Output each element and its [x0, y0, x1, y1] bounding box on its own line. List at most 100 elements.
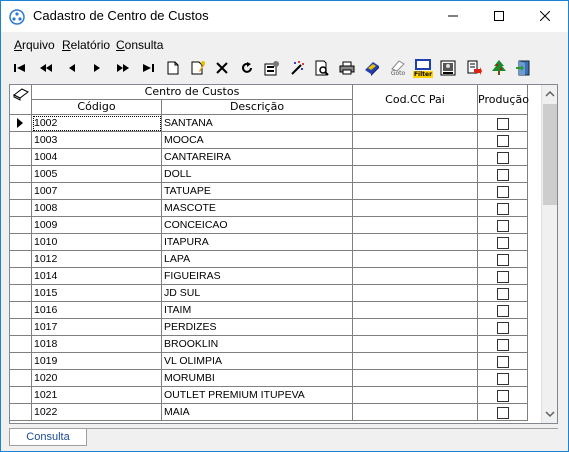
- cell-cod-cc-pai[interactable]: [353, 166, 478, 183]
- last-record-button[interactable]: [137, 57, 159, 79]
- producao-checkbox[interactable]: [497, 390, 509, 402]
- cell-codigo[interactable]: 1021: [32, 387, 162, 404]
- minimize-button[interactable]: [430, 1, 476, 32]
- table-row[interactable]: 1017 PERDIZES: [32, 319, 540, 336]
- table-row[interactable]: 1021 OUTLET PREMIUM ITUPEVA: [32, 387, 540, 404]
- new-button[interactable]: [162, 57, 184, 79]
- cell-cod-cc-pai[interactable]: [353, 217, 478, 234]
- row-selector[interactable]: [10, 285, 32, 302]
- image-button[interactable]: [437, 57, 459, 79]
- cell-cod-cc-pai[interactable]: [353, 251, 478, 268]
- table-row[interactable]: 1014 FIGUEIRAS: [32, 268, 540, 285]
- previous-button[interactable]: [61, 57, 83, 79]
- cell-descricao[interactable]: MASCOTE: [162, 200, 353, 217]
- menu-relatorio[interactable]: Relatório: [62, 38, 110, 52]
- cell-cod-cc-pai[interactable]: [353, 336, 478, 353]
- cell-descricao[interactable]: DOLL: [162, 166, 353, 183]
- header-corner[interactable]: [10, 85, 32, 115]
- cell-codigo[interactable]: 1004: [32, 149, 162, 166]
- table-row[interactable]: 1008 MASCOTE: [32, 200, 540, 217]
- cell-codigo[interactable]: 1002: [32, 115, 162, 132]
- producao-checkbox[interactable]: [497, 203, 509, 215]
- table-row[interactable]: 1020 MORUMBI: [32, 370, 540, 387]
- producao-checkbox[interactable]: [497, 135, 509, 147]
- column-header-cod-cc-pai[interactable]: Cod.CC Pai: [353, 85, 478, 115]
- cell-cod-cc-pai[interactable]: [353, 149, 478, 166]
- producao-checkbox[interactable]: [497, 271, 509, 283]
- producao-checkbox[interactable]: [497, 118, 509, 130]
- cell-codigo[interactable]: 1012: [32, 251, 162, 268]
- cell-descricao[interactable]: JD SUL: [162, 285, 353, 302]
- row-selector[interactable]: [10, 336, 32, 353]
- tree-button[interactable]: [488, 57, 510, 79]
- row-selector[interactable]: [10, 115, 32, 132]
- export-button[interactable]: [361, 57, 383, 79]
- row-selector[interactable]: [10, 268, 32, 285]
- table-row[interactable]: 1009 CONCEICAO: [32, 217, 540, 234]
- exit-button[interactable]: [513, 57, 535, 79]
- cell-cod-cc-pai[interactable]: [353, 234, 478, 251]
- cell-descricao[interactable]: FIGUEIRAS: [162, 268, 353, 285]
- cell-codigo[interactable]: 1016: [32, 302, 162, 319]
- column-header-codigo[interactable]: Código: [32, 100, 162, 115]
- table-row[interactable]: 1007 TATUAPE: [32, 183, 540, 200]
- tab-consulta[interactable]: Consulta: [9, 429, 87, 446]
- next-page-button[interactable]: [112, 57, 134, 79]
- row-selector[interactable]: [10, 166, 32, 183]
- cell-codigo[interactable]: 1015: [32, 285, 162, 302]
- cell-descricao[interactable]: SANTANA: [162, 115, 353, 132]
- table-row[interactable]: 1010 ITAPURA: [32, 234, 540, 251]
- row-selector[interactable]: [10, 370, 32, 387]
- scroll-up-icon[interactable]: [542, 85, 558, 102]
- cell-cod-cc-pai[interactable]: [353, 183, 478, 200]
- column-header-producao[interactable]: Produção: [478, 85, 529, 115]
- cell-descricao[interactable]: BROOKLIN: [162, 336, 353, 353]
- row-selector[interactable]: [10, 404, 32, 421]
- table-row[interactable]: 1022 MAIA: [32, 404, 540, 421]
- cell-codigo[interactable]: 1009: [32, 217, 162, 234]
- table-row[interactable]: 1012 LAPA: [32, 251, 540, 268]
- cell-descricao[interactable]: OUTLET PREMIUM ITUPEVA: [162, 387, 353, 404]
- cell-cod-cc-pai[interactable]: [353, 370, 478, 387]
- scroll-down-icon[interactable]: [542, 406, 558, 423]
- cell-cod-cc-pai[interactable]: [353, 319, 478, 336]
- cell-codigo[interactable]: 1010: [32, 234, 162, 251]
- producao-checkbox[interactable]: [497, 356, 509, 368]
- print-button[interactable]: [336, 57, 358, 79]
- vertical-scrollbar[interactable]: [541, 85, 558, 423]
- menu-consulta[interactable]: Consulta: [116, 38, 163, 52]
- menu-arquivo[interactable]: Arquivo: [14, 38, 55, 52]
- table-row[interactable]: 1019 VL OLIMPIA: [32, 353, 540, 370]
- table-row[interactable]: 1004 CANTAREIRA: [32, 149, 540, 166]
- table-row[interactable]: 1015 JD SUL: [32, 285, 540, 302]
- row-selector[interactable]: [10, 217, 32, 234]
- cell-descricao[interactable]: TATUAPE: [162, 183, 353, 200]
- cell-cod-cc-pai[interactable]: [353, 302, 478, 319]
- cell-codigo[interactable]: 1003: [32, 132, 162, 149]
- producao-checkbox[interactable]: [497, 237, 509, 249]
- delete-button[interactable]: [211, 57, 233, 79]
- cell-cod-cc-pai[interactable]: [353, 132, 478, 149]
- producao-checkbox[interactable]: [497, 407, 509, 419]
- refresh-button[interactable]: [236, 57, 258, 79]
- cell-codigo[interactable]: 1005: [32, 166, 162, 183]
- maximize-button[interactable]: [476, 1, 522, 32]
- close-button[interactable]: [522, 1, 568, 32]
- cell-descricao[interactable]: MAIA: [162, 404, 353, 421]
- cell-descricao[interactable]: CONCEICAO: [162, 217, 353, 234]
- cell-cod-cc-pai[interactable]: [353, 268, 478, 285]
- cell-cod-cc-pai[interactable]: [353, 404, 478, 421]
- filter-button[interactable]: Filter: [412, 57, 434, 79]
- cell-descricao[interactable]: ITAPURA: [162, 234, 353, 251]
- row-selector[interactable]: [10, 353, 32, 370]
- cell-codigo[interactable]: 1008: [32, 200, 162, 217]
- producao-checkbox[interactable]: [497, 220, 509, 232]
- cell-codigo[interactable]: 1020: [32, 370, 162, 387]
- cell-codigo[interactable]: 1014: [32, 268, 162, 285]
- cell-cod-cc-pai[interactable]: [353, 387, 478, 404]
- cell-cod-cc-pai[interactable]: [353, 200, 478, 217]
- producao-checkbox[interactable]: [497, 305, 509, 317]
- cell-codigo[interactable]: 1019: [32, 353, 162, 370]
- producao-checkbox[interactable]: [497, 322, 509, 334]
- cell-descricao[interactable]: VL OLIMPIA: [162, 353, 353, 370]
